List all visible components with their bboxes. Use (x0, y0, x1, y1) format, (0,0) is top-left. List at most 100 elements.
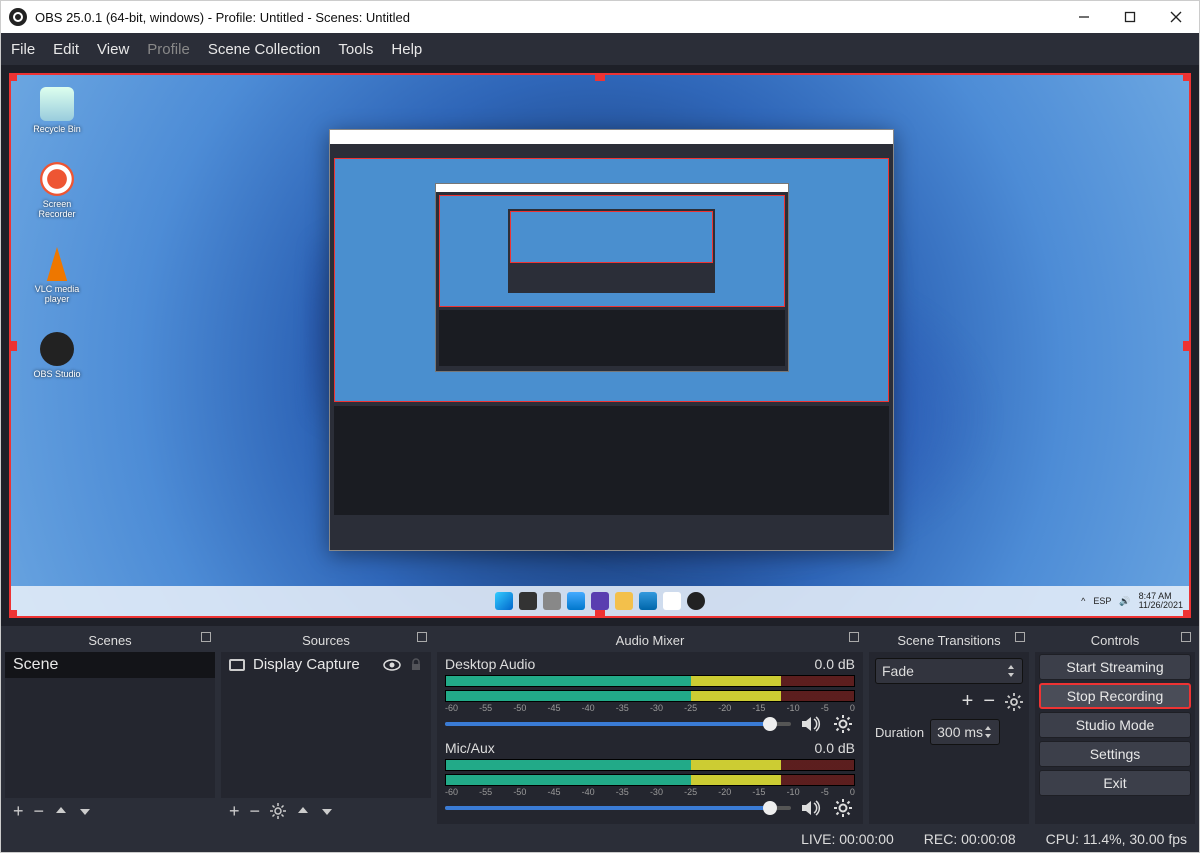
menu-edit[interactable]: Edit (53, 41, 79, 58)
sources-panel: Sources Display Capture + − (221, 628, 431, 824)
vu-meter (445, 675, 855, 687)
menu-tools[interactable]: Tools (338, 41, 373, 58)
settings-button[interactable]: Settings (1039, 741, 1191, 767)
menu-help[interactable]: Help (391, 41, 422, 58)
transition-remove-button[interactable]: − (983, 690, 995, 713)
desktop-icon-obs: OBS Studio (27, 332, 87, 379)
duration-label: Duration (875, 725, 924, 740)
controls-panel: Controls Start Streaming Stop Recording … (1035, 628, 1195, 824)
explorer-icon (615, 592, 633, 610)
dock-panels: Scenes Scene + − Sources Display Capture (1, 626, 1199, 826)
start-icon (495, 592, 513, 610)
source-add-button[interactable]: + (229, 801, 240, 822)
scene-up-button[interactable] (54, 804, 68, 818)
edge-icon (639, 592, 657, 610)
close-button[interactable] (1153, 1, 1199, 33)
search-icon (519, 592, 537, 610)
channel-db: 0.0 dB (815, 656, 855, 672)
popout-icon[interactable] (201, 632, 211, 642)
obs-task-icon (687, 592, 705, 610)
mixer-title: Audio Mixer (616, 633, 685, 648)
mixer-channel-desktop: Desktop Audio 0.0 dB -60-55-50-45-40-35-… (437, 652, 863, 736)
sources-title: Sources (302, 633, 350, 648)
store-icon (663, 592, 681, 610)
menu-file[interactable]: File (11, 41, 35, 58)
maximize-button[interactable] (1107, 1, 1153, 33)
duration-value: 300 ms (937, 724, 983, 740)
transition-settings-button[interactable] (1005, 693, 1023, 711)
transition-current: Fade (882, 663, 914, 679)
window-title: OBS 25.0.1 (64-bit, windows) - Profile: … (35, 10, 410, 25)
exit-button[interactable]: Exit (1039, 770, 1191, 796)
audio-mixer-panel: Audio Mixer Desktop Audio 0.0 dB -60-55-… (437, 628, 863, 824)
preview-canvas[interactable]: Recycle Bin Screen Recorder VLC media pl… (9, 73, 1191, 618)
obs-window: OBS 25.0.1 (64-bit, windows) - Profile: … (0, 0, 1200, 853)
source-down-button[interactable] (320, 804, 334, 818)
popout-icon[interactable] (417, 632, 427, 642)
lock-icon[interactable] (409, 658, 423, 672)
vu-meter (445, 690, 855, 702)
scene-down-button[interactable] (78, 804, 92, 818)
start-streaming-button[interactable]: Start Streaming (1039, 654, 1191, 680)
gear-icon[interactable] (831, 714, 855, 734)
display-icon (229, 659, 245, 671)
status-rec: REC: 00:00:08 (924, 831, 1016, 847)
title-bar: OBS 25.0.1 (64-bit, windows) - Profile: … (1, 1, 1199, 33)
duration-spinner[interactable]: 300 ms (930, 719, 1000, 745)
studio-mode-button[interactable]: Studio Mode (1039, 712, 1191, 738)
taskview-icon (543, 592, 561, 610)
desktop-icon-recorder: Screen Recorder (27, 162, 87, 219)
status-bar: LIVE: 00:00:00 REC: 00:00:08 CPU: 11.4%,… (1, 826, 1199, 852)
menu-profile[interactable]: Profile (147, 41, 190, 58)
source-item[interactable]: Display Capture (221, 652, 431, 677)
source-remove-button[interactable]: − (250, 801, 261, 822)
speaker-icon[interactable] (799, 715, 823, 733)
nested-obs-window (329, 129, 894, 551)
eye-icon[interactable] (383, 659, 401, 671)
desktop-icons: Recycle Bin Screen Recorder VLC media pl… (27, 87, 87, 379)
vu-meter (445, 774, 855, 786)
preview-area: Recycle Bin Screen Recorder VLC media pl… (1, 65, 1199, 626)
desktop-icon-vlc: VLC media player (27, 247, 87, 304)
volume-slider[interactable] (445, 806, 791, 810)
volume-slider[interactable] (445, 722, 791, 726)
tick-labels: -60-55-50-45-40-35-30-25-20-15-10-50 (445, 702, 855, 714)
channel-db: 0.0 dB (815, 740, 855, 756)
scene-transitions-panel: Scene Transitions Fade + − Duration 300 … (869, 628, 1029, 824)
spinner-icon (1006, 664, 1016, 678)
scene-item[interactable]: Scene (5, 652, 215, 678)
status-live: LIVE: 00:00:00 (801, 831, 894, 847)
source-settings-button[interactable] (270, 803, 286, 819)
desktop-icon-recycle: Recycle Bin (27, 87, 87, 134)
vu-meter (445, 759, 855, 771)
chat-icon (591, 592, 609, 610)
status-cpu: CPU: 11.4%, 30.00 fps (1046, 831, 1187, 847)
transition-add-button[interactable]: + (962, 690, 974, 713)
popout-icon[interactable] (1015, 632, 1025, 642)
obs-app-icon (9, 8, 27, 26)
channel-name: Mic/Aux (445, 740, 495, 756)
menu-view[interactable]: View (97, 41, 129, 58)
speaker-icon[interactable] (799, 799, 823, 817)
gear-icon[interactable] (831, 798, 855, 818)
source-label: Display Capture (253, 656, 360, 673)
scene-add-button[interactable]: + (13, 801, 24, 822)
stop-recording-button[interactable]: Stop Recording (1039, 683, 1191, 709)
tick-labels: -60-55-50-45-40-35-30-25-20-15-10-50 (445, 786, 855, 798)
scene-remove-button[interactable]: − (34, 801, 45, 822)
widgets-icon (567, 592, 585, 610)
mixer-channel-mic: Mic/Aux 0.0 dB -60-55-50-45-40-35-30-25-… (437, 736, 863, 820)
menu-scene-collection[interactable]: Scene Collection (208, 41, 321, 58)
spinner-icon (983, 725, 993, 739)
scenes-title: Scenes (88, 633, 131, 648)
transitions-title: Scene Transitions (897, 633, 1000, 648)
scenes-panel: Scenes Scene + − (5, 628, 215, 824)
minimize-button[interactable] (1061, 1, 1107, 33)
source-up-button[interactable] (296, 804, 310, 818)
taskbar-date: 11/26/2021 (1139, 601, 1183, 610)
transition-select[interactable]: Fade (875, 658, 1023, 684)
channel-name: Desktop Audio (445, 656, 535, 672)
popout-icon[interactable] (849, 632, 859, 642)
popout-icon[interactable] (1181, 632, 1191, 642)
menu-bar: File Edit View Profile Scene Collection … (1, 33, 1199, 65)
